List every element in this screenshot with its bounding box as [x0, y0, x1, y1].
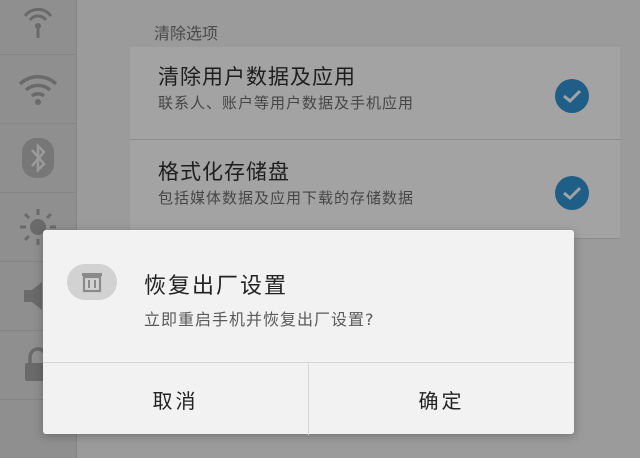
- bluetooth-icon: [20, 136, 56, 180]
- checkbox-checked-icon[interactable]: [555, 176, 589, 210]
- sidebar-item-bluetooth[interactable]: [0, 124, 76, 193]
- option-title: 清除用户数据及应用: [158, 65, 356, 89]
- option-title: 格式化存储盘: [158, 160, 290, 184]
- signal-tower-icon: [18, 0, 58, 40]
- option-format-storage[interactable]: 格式化存储盘 包括媒体数据及应用下载的存储数据: [130, 140, 620, 239]
- option-description: 包括媒体数据及应用下载的存储数据: [158, 189, 415, 207]
- confirm-button[interactable]: 确定: [308, 363, 574, 435]
- sidebar-item-signal[interactable]: [0, 0, 76, 55]
- dialog-message: 立即重启手机并恢复出厂设置?: [144, 310, 375, 329]
- wifi-icon: [18, 72, 58, 106]
- sidebar-item-wifi[interactable]: [0, 55, 76, 124]
- cancel-button[interactable]: 取消: [43, 363, 308, 435]
- dialog-button-bar: 取消 确定: [43, 362, 574, 435]
- checkbox-checked-icon[interactable]: [555, 79, 589, 113]
- section-header: 清除选项: [154, 24, 219, 43]
- trash-icon: [67, 264, 117, 300]
- option-description: 联系人、账户等用户数据及手机应用: [158, 94, 415, 112]
- dialog-title: 恢复出厂设置: [144, 274, 289, 299]
- option-clear-user-data[interactable]: 清除用户数据及应用 联系人、账户等用户数据及手机应用: [130, 47, 620, 140]
- factory-reset-dialog: 恢复出厂设置 立即重启手机并恢复出厂设置? 取消 确定: [43, 230, 574, 435]
